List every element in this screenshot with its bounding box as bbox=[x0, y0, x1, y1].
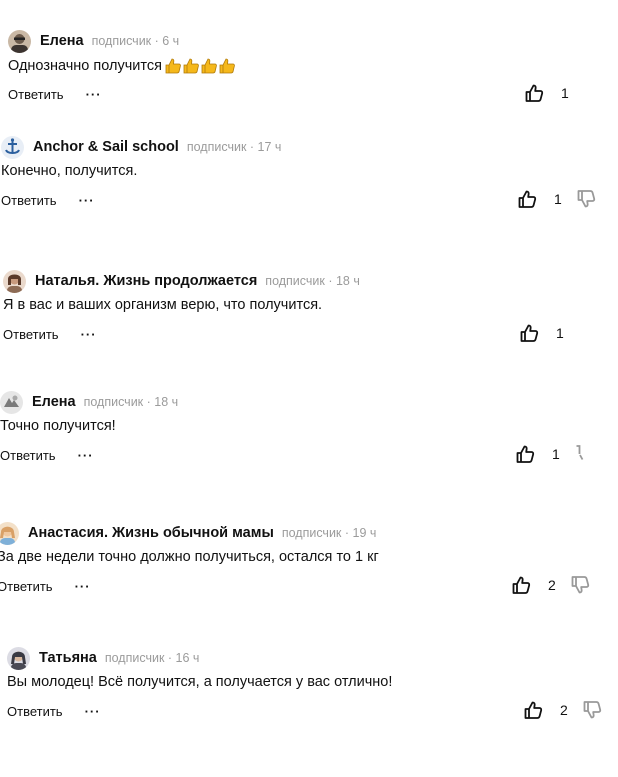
more-options-button[interactable]: ··· bbox=[86, 87, 102, 102]
author-name[interactable]: Елена bbox=[32, 394, 76, 410]
thumbs-up-icon bbox=[520, 324, 539, 342]
like-count: 1 bbox=[561, 85, 569, 101]
comment-meta: подписчик · 16 ч bbox=[104, 651, 200, 665]
dislike-button[interactable] bbox=[582, 700, 602, 720]
avatar[interactable] bbox=[1, 135, 24, 159]
comment-meta: подписчик · 17 ч bbox=[186, 140, 282, 154]
comment-meta: подписчик · 18 ч bbox=[83, 395, 179, 409]
comment-text: Точно получится! bbox=[0, 418, 116, 434]
comment-meta: подписчик · 6 ч bbox=[91, 34, 180, 48]
reply-button[interactable]: Ответить bbox=[0, 448, 56, 463]
avatar[interactable] bbox=[3, 269, 26, 293]
avatar[interactable] bbox=[8, 29, 31, 53]
like-button[interactable] bbox=[515, 444, 535, 464]
reply-button[interactable]: Ответить bbox=[8, 87, 64, 102]
like-button[interactable] bbox=[511, 575, 531, 595]
author-name[interactable]: Наталья. Жизнь продолжается bbox=[35, 273, 257, 289]
thumbs-up-icon bbox=[524, 701, 543, 719]
comment-text: Однозначно получится bbox=[8, 58, 162, 74]
comment-text: Вы молодец! Всё получится, а получается … bbox=[7, 674, 393, 690]
more-options-button[interactable]: ··· bbox=[75, 579, 91, 594]
more-options-button[interactable]: ··· bbox=[79, 193, 95, 208]
more-options-button[interactable]: ··· bbox=[81, 327, 97, 342]
author-name[interactable]: Татьяна bbox=[39, 650, 97, 666]
like-button[interactable] bbox=[519, 323, 539, 343]
thumbs-up-icon bbox=[518, 190, 537, 208]
more-options-button[interactable]: ··· bbox=[78, 448, 94, 463]
author-name[interactable]: Анастасия. Жизнь обычной мамы bbox=[28, 525, 274, 541]
more-options-button[interactable]: ··· bbox=[85, 704, 101, 719]
author-name[interactable]: Елена bbox=[40, 33, 84, 49]
comment-meta: подписчик · 19 ч bbox=[281, 526, 377, 540]
thumbs-down-icon bbox=[583, 701, 601, 719]
thumbs-up-icon bbox=[525, 84, 544, 102]
author-name[interactable]: Anchor & Sail school bbox=[33, 139, 179, 155]
reply-button[interactable]: Ответить bbox=[1, 193, 57, 208]
reply-button[interactable]: Ответить bbox=[3, 327, 59, 342]
dislike-button[interactable] bbox=[574, 444, 584, 464]
dislike-button[interactable] bbox=[576, 189, 596, 209]
comment-meta: подписчик · 18 ч bbox=[265, 274, 360, 288]
avatar[interactable] bbox=[0, 521, 19, 545]
like-count: 2 bbox=[560, 702, 568, 718]
like-count: 2 bbox=[548, 577, 556, 593]
like-count: 1 bbox=[552, 446, 560, 462]
avatar[interactable] bbox=[0, 390, 23, 414]
thumbs-up-icon bbox=[516, 445, 535, 463]
like-count: 1 bbox=[554, 191, 562, 207]
reply-button[interactable]: Ответить bbox=[7, 704, 63, 719]
like-button[interactable] bbox=[524, 83, 544, 103]
thumbs-up-emoji-icon bbox=[164, 57, 236, 75]
comment-text: За две недели точно должно получиться, о… bbox=[0, 549, 379, 565]
thumbs-down-icon bbox=[576, 445, 584, 460]
like-count: 1 bbox=[556, 325, 564, 341]
avatar[interactable] bbox=[7, 646, 30, 670]
comment-text: Я в вас и ваших организм верю, что получ… bbox=[3, 297, 323, 313]
thumbs-down-icon bbox=[571, 576, 589, 594]
comment-text: Конечно, получится. bbox=[1, 163, 138, 179]
dislike-button[interactable] bbox=[570, 575, 590, 595]
reply-button[interactable]: Ответить bbox=[0, 579, 53, 594]
like-button[interactable] bbox=[517, 189, 537, 209]
like-button[interactable] bbox=[523, 700, 543, 720]
thumbs-down-icon bbox=[577, 190, 595, 208]
thumbs-up-icon bbox=[512, 576, 531, 594]
